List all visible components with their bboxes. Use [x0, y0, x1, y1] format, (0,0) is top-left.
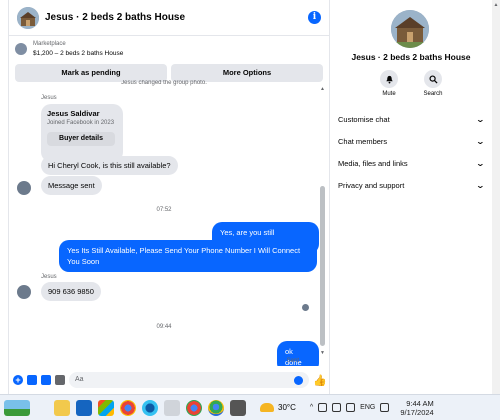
chevron-down-icon: ⌄: [475, 136, 486, 146]
weather-icon: [260, 403, 274, 412]
buyer-details-button[interactable]: Buyer details: [47, 132, 115, 146]
network-icon[interactable]: [318, 403, 328, 412]
plus-icon[interactable]: +: [13, 375, 23, 385]
chrome-profile-icon[interactable]: [186, 399, 202, 416]
clock[interactable]: 9:44 AM 9/17/2024: [400, 399, 433, 417]
file-explorer-icon[interactable]: [54, 399, 70, 416]
panel-actions: Mute Search: [374, 70, 448, 97]
media-app-icon[interactable]: [230, 399, 246, 416]
chevron-down-icon: ⌄: [475, 180, 486, 190]
timestamp: 09:44: [156, 324, 172, 330]
search-icon: [424, 70, 442, 88]
sender-avatar[interactable]: [17, 181, 31, 195]
customise-chat-section[interactable]: Customise chat ⌄: [330, 108, 492, 130]
seen-indicator-avatar: [302, 304, 309, 311]
sender-avatar[interactable]: [17, 285, 31, 299]
gif-icon[interactable]: [55, 375, 65, 385]
section-label: Chat members: [338, 136, 388, 146]
incoming-message[interactable]: Message sent: [41, 176, 102, 195]
chat-header: Jesus · 2 beds 2 baths House i: [9, 0, 329, 36]
bell-icon: [380, 70, 398, 88]
message-composer: + Aa 👍: [9, 368, 329, 392]
media-files-links-section[interactable]: Media, files and links ⌄: [330, 152, 492, 174]
incoming-message[interactable]: Hi Cheryl Cook, is this still available?: [41, 156, 178, 175]
clock-date: 9/17/2024: [400, 407, 434, 417]
scroll-up-arrow[interactable]: ▲: [319, 86, 326, 92]
sticker-icon[interactable]: [41, 375, 51, 385]
page-scrollbar[interactable]: ▲: [492, 0, 500, 394]
buyer-joined: Joined Facebook in 2023: [47, 120, 115, 126]
conversation-avatar[interactable]: [391, 10, 429, 48]
message-list: Jesus changed the group photo. Jesus Jes…: [9, 80, 319, 366]
chevron-down-icon: ⌄: [475, 158, 486, 168]
section-label: Customise chat: [338, 114, 390, 124]
section-label: Media, files and links: [338, 158, 408, 168]
desktop-thumbnail[interactable]: [4, 399, 30, 416]
chat-title[interactable]: Jesus · 2 beds 2 baths House: [45, 12, 308, 23]
message-status: Sent: [286, 358, 299, 364]
language-indicator[interactable]: ENG: [360, 404, 375, 411]
mute-label: Mute: [382, 91, 396, 97]
search-label: Search: [423, 91, 443, 97]
chrome-active-icon[interactable]: [208, 399, 224, 416]
battery-icon[interactable]: [332, 403, 342, 412]
info-icon[interactable]: i: [308, 11, 321, 24]
emoji-icon[interactable]: [294, 375, 303, 385]
mute-button[interactable]: Mute: [374, 70, 404, 97]
search-button[interactable]: Search: [418, 70, 448, 97]
gallery-icon[interactable]: [27, 375, 37, 385]
chat-members-section[interactable]: Chat members ⌄: [330, 130, 492, 152]
scroll-down-arrow[interactable]: ▼: [319, 350, 326, 356]
listing-label: Marketplace: [33, 41, 66, 47]
weather-widget[interactable]: 30°C: [260, 403, 296, 412]
show-hidden-icons-icon[interactable]: ^: [310, 404, 313, 411]
windows-taskbar: 30°C ^ ENG 9:44 AM 9/17/2024: [0, 394, 500, 420]
listing-thumbnail[interactable]: [15, 43, 27, 55]
listing-price[interactable]: $1,200 – 2 beds 2 baths House: [33, 49, 123, 58]
incoming-message[interactable]: 909 636 9850: [41, 282, 101, 301]
temperature: 30°C: [278, 403, 296, 412]
chat-pane: Jesus · 2 beds 2 baths House i Marketpla…: [8, 0, 330, 394]
marketplace-listing: Marketplace $1,200 – 2 beds 2 baths Hous…: [9, 36, 329, 84]
conversation-title: Jesus · 2 beds 2 baths House: [351, 52, 471, 62]
buyer-card: Jesus Saldivar Joined Facebook in 2023 B…: [41, 104, 123, 162]
scroll-up-arrow[interactable]: ▲: [492, 2, 500, 8]
thumbs-up-icon[interactable]: 👍: [313, 374, 327, 387]
store-icon[interactable]: [98, 399, 114, 416]
chat-scrollbar[interactable]: ▲ ▼: [319, 86, 326, 356]
sender-name: Jesus: [41, 95, 57, 101]
wifi-icon[interactable]: [380, 403, 390, 412]
app-icon[interactable]: [164, 399, 180, 416]
chrome-icon[interactable]: [120, 399, 136, 416]
message-input[interactable]: Aa: [69, 372, 309, 388]
chevron-down-icon: ⌄: [475, 114, 486, 124]
volume-icon[interactable]: [346, 403, 356, 412]
message-input-placeholder: Aa: [75, 376, 84, 383]
section-label: Privacy and support: [338, 180, 405, 190]
system-tray: ^ ENG 9:44 AM 9/17/2024: [310, 399, 434, 417]
sender-name: Jesus: [41, 274, 57, 280]
chat-avatar[interactable]: [17, 6, 39, 29]
scroll-thumb[interactable]: [320, 186, 325, 346]
conversation-info-panel: Jesus · 2 beds 2 baths House Mute Search…: [330, 0, 492, 394]
clock-time: 9:44 AM: [406, 398, 434, 408]
outgoing-message[interactable]: Yes Its Still Available, Please Send You…: [59, 240, 317, 272]
system-message: Jesus changed the group photo.: [121, 80, 207, 86]
panel-sections: Customise chat ⌄ Chat members ⌄ Media, f…: [330, 108, 492, 196]
mail-icon[interactable]: [76, 399, 92, 416]
buyer-name: Jesus Saldivar: [47, 109, 100, 118]
edge-icon[interactable]: [142, 399, 158, 416]
taskbar-apps: [54, 399, 246, 416]
privacy-support-section[interactable]: Privacy and support ⌄: [330, 174, 492, 196]
timestamp: 07:52: [156, 207, 172, 213]
messenger-window: Jesus · 2 beds 2 baths House i Marketpla…: [0, 0, 500, 394]
